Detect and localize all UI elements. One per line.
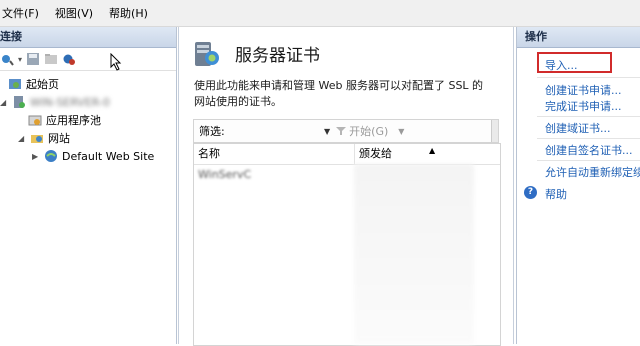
connect-icon[interactable] [0,52,14,66]
menu-file[interactable]: 文件(F) [0,5,49,21]
connections-toolbar: ▾ [0,48,176,71]
action-create-cert-request[interactable]: 创建证书申请... [545,82,622,98]
globe-icon [45,150,57,162]
action-auto-rebind[interactable]: 允许自动重新绑定续 [545,164,640,180]
sites-folder-icon [31,135,43,143]
column-header-label: 颁发给 [359,147,392,160]
save-icon[interactable] [26,52,40,66]
go-button[interactable]: 开始(G) [336,123,388,139]
expand-icon[interactable]: ▶ [32,152,40,161]
go-label: 开始(G) [349,125,389,138]
folder-icon[interactable] [44,52,58,66]
help-icon[interactable]: ? [524,186,537,199]
filter-scrollbar[interactable] [491,120,498,142]
filter-dropdown-icon[interactable]: ▼ [324,127,330,136]
actions-pane: 操作 导入... 创建证书申请... 完成证书申请... 创建域证书... 创建… [516,27,640,344]
action-create-self-signed-cert[interactable]: 创建自签名证书... [545,142,633,158]
actions-title: 操作 [517,27,640,48]
collapse-icon[interactable]: ◢ [18,134,26,143]
tree-label: 网站 [48,132,70,145]
funnel-icon [336,127,347,135]
divider [537,77,640,78]
connections-title: 连接 [0,27,176,48]
disconnect-icon[interactable] [62,52,76,66]
menu-bar: 文件(F) 视图(V) 帮助(H) [0,0,640,27]
server-icon [14,96,25,108]
divider [537,160,640,161]
tree-label: 起始页 [26,78,59,91]
divider [537,138,640,139]
page-title: 服务器证书 [235,46,320,66]
menu-view[interactable]: 视图(V) [49,5,103,21]
server-certificate-icon [195,42,219,66]
grid-header: 名称 颁发给 ▲ [194,144,500,165]
divider [537,116,640,117]
collapse-icon[interactable]: ◢ [0,98,8,107]
tree-item-default-web-site[interactable]: ▶ Default Web Site [32,147,154,165]
go-dropdown-icon[interactable]: ▼ [398,127,404,136]
mouse-cursor-icon [110,53,122,71]
action-create-domain-cert[interactable]: 创建域证书... [545,120,611,136]
cell-name: WinServC [198,168,252,181]
tree-item-start-page[interactable]: 起始页 [8,75,59,93]
certificate-grid: 名称 颁发给 ▲ WinServC WIN-SRV [193,143,501,346]
sort-ascending-icon: ▲ [429,146,436,155]
filter-label[interactable]: 筛选: [194,123,324,139]
feature-description: 使用此功能来申请和管理 Web 服务器可以对配置了 SSL 的网站使用的证书。 [194,79,484,108]
connections-pane: 连接 ▾ 起始页 ◢ WIN-SERVER-0 应用程序池 ◢ 网站 ▶ Def… [0,27,177,344]
tree-item-app-pools[interactable]: 应用程序池 [28,111,101,129]
action-complete-cert-request[interactable]: 完成证书申请... [545,98,622,114]
column-header-name[interactable]: 名称 [194,144,355,164]
tree-label: 应用程序池 [46,114,101,127]
feature-pane: 服务器证书 使用此功能来申请和管理 Web 服务器可以对配置了 SSL 的网站使… [178,27,514,346]
app-pool-icon [28,115,42,126]
tree-label: WIN-SERVER-0 [30,95,110,109]
tree-item-sites[interactable]: ◢ 网站 [18,129,70,147]
start-page-icon [9,79,21,89]
import-highlight-box [537,52,612,73]
blurred-column-area [354,164,474,344]
action-help[interactable]: 帮助 [545,186,567,202]
menu-help[interactable]: 帮助(H) [103,5,158,21]
tree-item-server[interactable]: ◢ WIN-SERVER-0 [0,93,110,111]
column-header-issued-to[interactable]: 颁发给 ▲ [355,144,500,164]
tree-label: Default Web Site [62,149,155,163]
filter-bar: 筛选: ▼ 开始(G) ▼ [193,119,499,143]
